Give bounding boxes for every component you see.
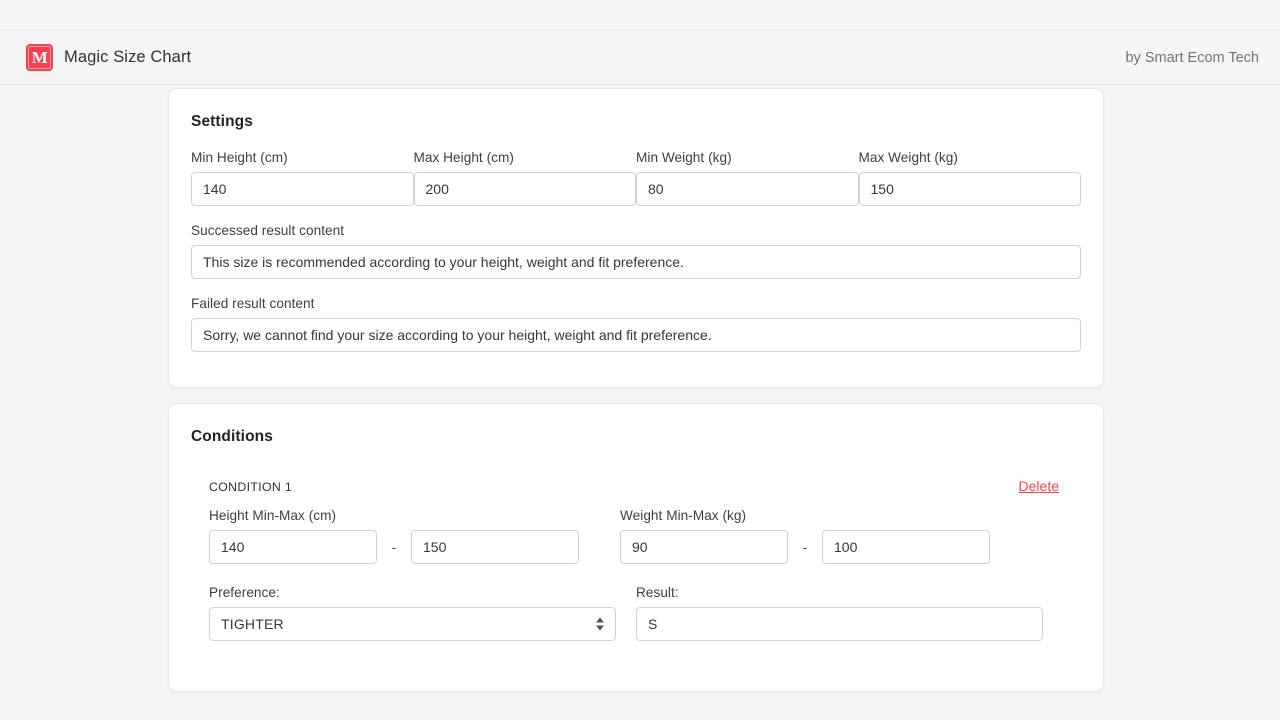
result-group: Result: bbox=[636, 585, 1043, 641]
condition-header: CONDITION 1 Delete bbox=[209, 478, 1081, 494]
result-input[interactable] bbox=[636, 607, 1043, 641]
failed-content-input[interactable] bbox=[191, 318, 1081, 352]
app-header: M Magic Size Chart by Smart Ecom Tech bbox=[0, 31, 1280, 85]
weight-range-separator: - bbox=[788, 539, 822, 555]
success-content-input[interactable] bbox=[191, 245, 1081, 279]
dimension-fields-row: Min Height (cm) Max Height (cm) Min Weig… bbox=[191, 150, 1081, 206]
weight-range-group: Weight Min-Max (kg) - bbox=[620, 508, 990, 564]
conditions-title: Conditions bbox=[169, 404, 1103, 446]
condition-range-row: Height Min-Max (cm) - Weight Min-Max (kg… bbox=[209, 508, 1081, 564]
min-height-label: Min Height (cm) bbox=[191, 150, 414, 165]
max-weight-input[interactable] bbox=[859, 172, 1082, 206]
field-min-height: Min Height (cm) bbox=[191, 150, 414, 206]
height-max-input[interactable] bbox=[411, 530, 579, 564]
delete-condition-link[interactable]: Delete bbox=[1019, 478, 1081, 494]
height-min-input[interactable] bbox=[209, 530, 377, 564]
height-range-label: Height Min-Max (cm) bbox=[209, 508, 579, 523]
vendor-byline: by Smart Ecom Tech bbox=[1125, 50, 1260, 66]
brand: M Magic Size Chart bbox=[26, 44, 191, 71]
max-height-label: Max Height (cm) bbox=[414, 150, 637, 165]
preference-group: Preference: TIGHTER bbox=[209, 585, 616, 641]
field-failed-content: Failed result content bbox=[191, 296, 1081, 352]
weight-range-label: Weight Min-Max (kg) bbox=[620, 508, 990, 523]
weight-min-input[interactable] bbox=[620, 530, 788, 564]
conditions-body: CONDITION 1 Delete Height Min-Max (cm) -… bbox=[169, 478, 1103, 641]
app-title: Magic Size Chart bbox=[64, 48, 191, 67]
logo-letter: M bbox=[32, 49, 48, 66]
field-max-weight: Max Weight (kg) bbox=[859, 150, 1082, 206]
preference-selected-value: TIGHTER bbox=[209, 607, 616, 641]
result-label: Result: bbox=[636, 585, 1043, 600]
condition-result-row: Preference: TIGHTER Result: bbox=[209, 585, 1081, 641]
success-content-label: Successed result content bbox=[191, 223, 1081, 238]
settings-card: Settings Min Height (cm) Max Height (cm)… bbox=[168, 88, 1104, 388]
failed-content-label: Failed result content bbox=[191, 296, 1081, 311]
preference-select[interactable]: TIGHTER bbox=[209, 607, 616, 641]
max-weight-label: Max Weight (kg) bbox=[859, 150, 1082, 165]
field-max-height: Max Height (cm) bbox=[414, 150, 637, 206]
min-weight-label: Min Weight (kg) bbox=[636, 150, 859, 165]
settings-body: Min Height (cm) Max Height (cm) Min Weig… bbox=[169, 150, 1103, 352]
field-min-weight: Min Weight (kg) bbox=[636, 150, 859, 206]
column-spacer bbox=[579, 508, 620, 564]
conditions-card: Conditions CONDITION 1 Delete Height Min… bbox=[168, 403, 1104, 692]
weight-max-input[interactable] bbox=[822, 530, 990, 564]
app-page: M Magic Size Chart by Smart Ecom Tech Se… bbox=[0, 0, 1280, 720]
min-weight-input[interactable] bbox=[636, 172, 859, 206]
preference-label: Preference: bbox=[209, 585, 616, 600]
height-range-separator: - bbox=[377, 539, 411, 555]
settings-title: Settings bbox=[169, 89, 1103, 131]
magic-size-chart-logo-icon: M bbox=[26, 44, 53, 71]
top-strip bbox=[0, 0, 1280, 31]
max-height-input[interactable] bbox=[414, 172, 637, 206]
weight-range-pair: - bbox=[620, 530, 990, 564]
height-range-group: Height Min-Max (cm) - bbox=[209, 508, 579, 564]
result-column-spacer bbox=[616, 585, 636, 641]
condition-index-label: CONDITION 1 bbox=[209, 480, 292, 494]
height-range-pair: - bbox=[209, 530, 579, 564]
field-success-content: Successed result content bbox=[191, 223, 1081, 279]
min-height-input[interactable] bbox=[191, 172, 414, 206]
